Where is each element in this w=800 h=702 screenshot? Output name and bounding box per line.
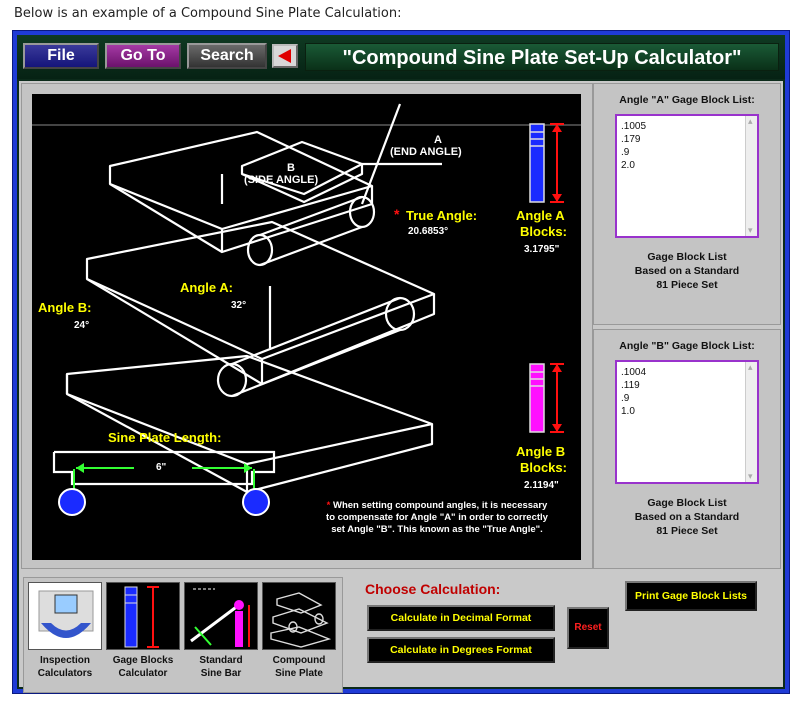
footer-line: Gage Block List	[647, 497, 727, 509]
angle-a-blocks-label: Angle A	[516, 208, 565, 223]
angle-b-value: 24°	[74, 320, 90, 331]
nav-label: Gage Blocks	[112, 655, 174, 666]
list-scrollbar[interactable]	[745, 116, 757, 236]
footer-line: Based on a Standard	[634, 265, 740, 277]
angle-a-blocks-value: 3.1795"	[524, 244, 560, 255]
footer-line: Based on a Standard	[634, 511, 740, 523]
side-angle-letter: B	[287, 162, 295, 174]
sine-plate-illustration	[52, 103, 564, 516]
nav-gage-blocks-calculator[interactable]: Gage Blocks Calculator	[106, 582, 180, 690]
sine-plate-length-value: 6"	[156, 462, 167, 473]
page-caption: Below is an example of a Compound Sine P…	[14, 6, 402, 21]
nav-standard-sine-bar[interactable]: Standard Sine Bar	[184, 582, 258, 690]
nav-label: Inspection	[39, 655, 90, 666]
list-item[interactable]: 1.0	[621, 405, 753, 418]
angle-a-gage-list[interactable]: .1005 .179 .9 2.0	[615, 114, 759, 238]
reset-button[interactable]: Reset	[567, 607, 609, 649]
note-star: *	[326, 500, 331, 511]
true-angle-note: * When setting compound angles, it is ne…	[322, 500, 552, 536]
nav-label: Calculator	[118, 668, 168, 679]
diagram-panel: A (END ANGLE) B (SIDE ANGLE) * True Angl…	[21, 83, 593, 569]
footer-line: Gage Block List	[647, 251, 727, 263]
nav-label: Calculators	[37, 668, 93, 679]
angle-b-blocks-value: 2.1194"	[524, 480, 559, 491]
app-title: "Compound Sine Plate Set-Up Calculator"	[305, 43, 779, 71]
search-button[interactable]: Search	[187, 43, 267, 69]
footer-line: 81 Piece Set	[656, 525, 718, 537]
list-item[interactable]: .9	[621, 146, 753, 159]
list-item[interactable]: 2.0	[621, 159, 753, 172]
angle-b-label: Angle B:	[38, 300, 92, 315]
angle-a-label: Angle A:	[180, 280, 233, 295]
sine-plate-length-label: Sine Plate Length:	[108, 430, 222, 445]
note-text: When setting compound angles, it is nece…	[326, 500, 548, 535]
true-angle-label: True Angle:	[406, 208, 478, 223]
angle-a-list-panel: Angle "A" Gage Block List: .1005 .179 .9…	[593, 83, 781, 325]
bottom-controls: Inspection Calculators Gage Blocks Calcu…	[19, 573, 783, 693]
nav-label: Sine Bar	[200, 668, 242, 679]
print-gage-block-lists-button[interactable]: Print Gage Block Lists	[625, 581, 757, 611]
sine-plate-diagram: A (END ANGLE) B (SIDE ANGLE) * True Angl…	[32, 94, 581, 560]
list-item[interactable]: .9	[621, 392, 753, 405]
main-content: A (END ANGLE) B (SIDE ANGLE) * True Angl…	[19, 81, 783, 693]
nav-inspection-calculators[interactable]: Inspection Calculators	[28, 582, 102, 690]
list-scrollbar[interactable]	[745, 362, 757, 482]
list-item[interactable]: .179	[621, 133, 753, 146]
angle-a-value: 32°	[231, 300, 247, 311]
list-item[interactable]: .119	[621, 379, 753, 392]
magnifier-icon	[28, 582, 102, 650]
calculator-nav: Inspection Calculators Gage Blocks Calcu…	[23, 577, 343, 693]
angle-b-list-title: Angle "B" Gage Block List:	[619, 340, 755, 352]
compound-plate-icon	[262, 582, 336, 650]
nav-label: Sine Plate	[275, 668, 323, 679]
angle-b-gage-list[interactable]: .1004 .119 .9 1.0	[615, 360, 759, 484]
angle-b-list-panel: Angle "B" Gage Block List: .1004 .119 .9…	[593, 329, 781, 569]
back-arrow-icon[interactable]	[272, 44, 298, 68]
nav-label: Compound	[272, 655, 326, 666]
angle-a-list-title: Angle "A" Gage Block List:	[619, 94, 755, 106]
angle-b-blocks-label: Angle B	[516, 444, 566, 459]
angle-b-blocks-label-2: Blocks:	[520, 460, 567, 475]
sine-bar-icon	[184, 582, 258, 650]
calculate-degrees-button[interactable]: Calculate in Degrees Format	[367, 637, 555, 663]
list-item[interactable]: .1005	[621, 120, 753, 133]
goto-menu-button[interactable]: Go To	[105, 43, 181, 69]
toolbar: File Go To Search "Compound Sine Plate S…	[17, 35, 785, 79]
choose-calculation-title: Choose Calculation:	[365, 581, 501, 597]
gage-blocks-icon	[106, 582, 180, 650]
side-angle-label: (SIDE ANGLE)	[244, 174, 319, 186]
app-window: File Go To Search "Compound Sine Plate S…	[12, 30, 790, 694]
calculate-decimal-button[interactable]: Calculate in Decimal Format	[367, 605, 555, 631]
true-angle-star: *	[394, 206, 400, 222]
true-angle-value: 20.6853°	[408, 226, 449, 237]
end-angle-letter: A	[434, 134, 442, 146]
nav-label: Standard	[199, 655, 243, 666]
file-menu-button[interactable]: File	[23, 43, 99, 69]
list-item[interactable]: .1004	[621, 366, 753, 379]
nav-compound-sine-plate[interactable]: Compound Sine Plate	[262, 582, 336, 690]
angle-b-list-footer: Gage Block List Based on a Standard 81 P…	[594, 496, 780, 538]
angle-a-blocks-label-2: Blocks:	[520, 224, 567, 239]
angle-a-list-footer: Gage Block List Based on a Standard 81 P…	[594, 250, 780, 292]
app-body: File Go To Search "Compound Sine Plate S…	[17, 35, 785, 693]
footer-line: 81 Piece Set	[656, 279, 718, 291]
end-angle-label: (END ANGLE)	[390, 146, 462, 158]
